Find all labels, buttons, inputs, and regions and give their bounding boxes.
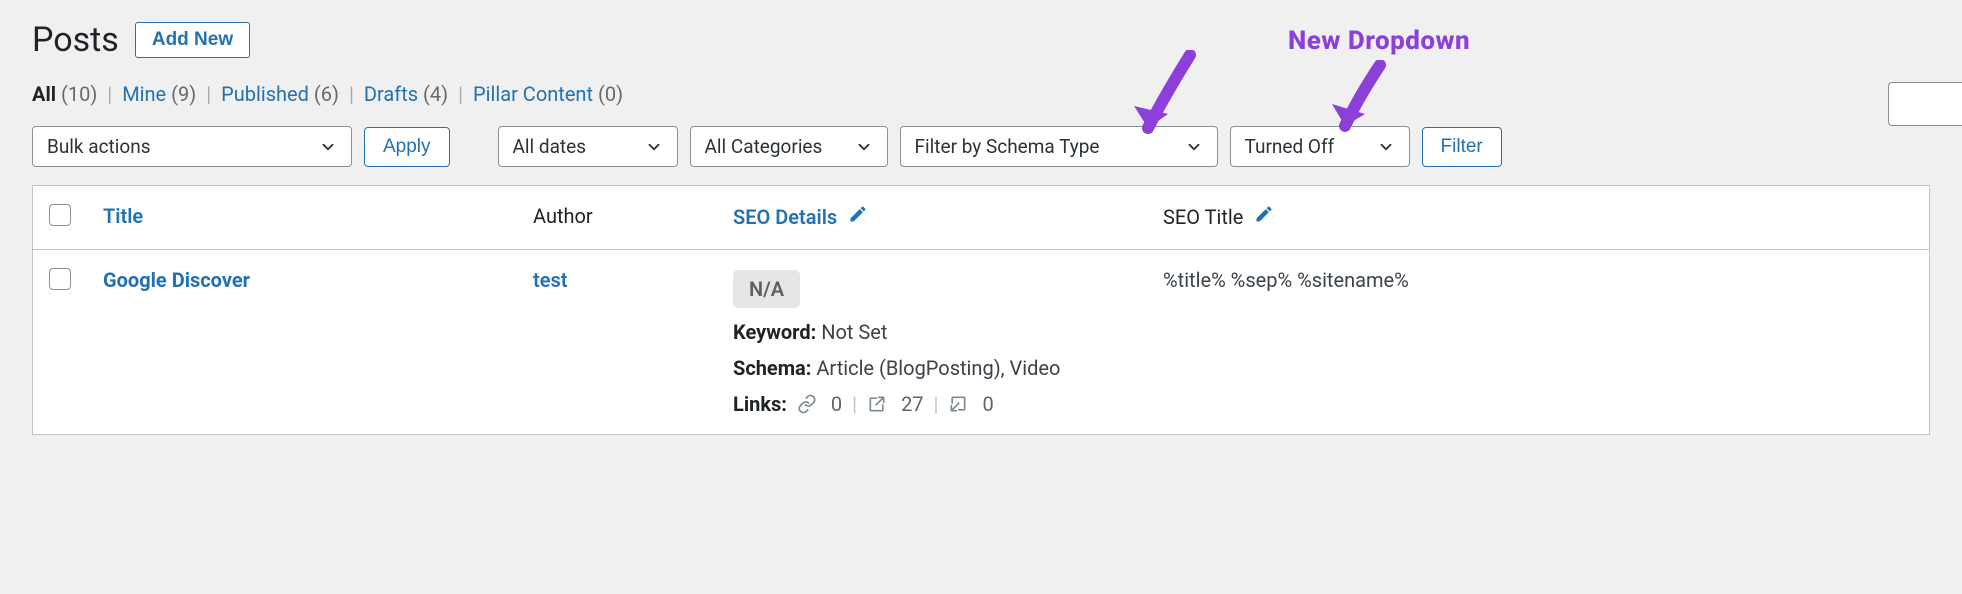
separator: |: [852, 392, 857, 416]
table-row: Google Discover test N/A Keyword: Not Se…: [33, 250, 1930, 435]
separator: |: [107, 82, 112, 106]
links-internal-count: 0: [831, 392, 842, 416]
link-icon: [797, 394, 817, 414]
separator: |: [934, 392, 939, 416]
turned-off-select[interactable]: Turned Off: [1230, 126, 1410, 167]
external-link-icon: [867, 394, 887, 414]
row-checkbox[interactable]: [49, 268, 71, 290]
column-seo-title: SEO Title: [1163, 205, 1243, 229]
chevron-down-icon: [319, 138, 337, 156]
view-mine-count: (9): [171, 82, 196, 106]
views-filter-bar: All (10) | Mine (9) | Published (6) | Dr…: [32, 82, 1930, 106]
select-all-checkbox[interactable]: [49, 204, 71, 226]
view-pillar-content[interactable]: Pillar Content: [473, 82, 593, 106]
filter-row: Bulk actions Apply All dates All Categor…: [32, 126, 1930, 167]
schema-type-label: Filter by Schema Type: [915, 135, 1100, 158]
author-link[interactable]: test: [533, 268, 567, 292]
annotation-label: New Dropdown: [1288, 26, 1470, 56]
turned-off-label: Turned Off: [1245, 135, 1335, 158]
schema-label: Schema:: [733, 356, 811, 380]
view-published[interactable]: Published: [221, 82, 309, 106]
view-drafts[interactable]: Drafts: [364, 82, 418, 106]
view-published-count: (6): [314, 82, 339, 106]
schema-value: Article (BlogPosting), Video: [816, 356, 1060, 380]
view-mine[interactable]: Mine: [122, 82, 166, 106]
filter-button[interactable]: Filter: [1422, 127, 1502, 167]
page-title: Posts: [32, 20, 119, 60]
links-label: Links:: [733, 392, 787, 416]
separator: |: [458, 82, 463, 106]
apply-button[interactable]: Apply: [364, 127, 450, 167]
chevron-down-icon: [855, 138, 873, 156]
seo-title-value: %title% %sep% %sitename%: [1163, 268, 1409, 292]
keyword-value: Not Set: [821, 320, 887, 344]
links-external-count: 27: [901, 392, 923, 416]
links-incoming-count: 0: [982, 392, 993, 416]
schema-type-select[interactable]: Filter by Schema Type: [900, 126, 1218, 167]
column-seo-details[interactable]: SEO Details: [733, 205, 837, 229]
separator: |: [349, 82, 354, 106]
view-drafts-count: (4): [423, 82, 448, 106]
chevron-down-icon: [1377, 138, 1395, 156]
bulk-actions-label: Bulk actions: [47, 135, 151, 158]
dates-label: All dates: [513, 135, 587, 158]
search-input-partial[interactable]: [1888, 82, 1962, 126]
pencil-icon[interactable]: [848, 204, 868, 224]
column-author: Author: [533, 204, 593, 228]
seo-score-badge: N/A: [733, 270, 800, 308]
column-title[interactable]: Title: [103, 204, 143, 228]
add-new-button[interactable]: Add New: [135, 22, 250, 58]
categories-select[interactable]: All Categories: [690, 126, 888, 167]
view-all[interactable]: All: [32, 82, 56, 106]
chevron-down-icon: [1185, 138, 1203, 156]
view-all-count: (10): [61, 82, 97, 106]
keyword-label: Keyword:: [733, 320, 816, 344]
dates-select[interactable]: All dates: [498, 126, 678, 167]
post-title-link[interactable]: Google Discover: [103, 268, 250, 292]
incoming-link-icon: [948, 394, 968, 414]
categories-label: All Categories: [705, 135, 823, 158]
pencil-icon[interactable]: [1254, 204, 1274, 224]
posts-table: Title Author SEO Details SEO Title Googl…: [32, 185, 1930, 435]
view-pillar-count: (0): [598, 82, 623, 106]
bulk-actions-select[interactable]: Bulk actions: [32, 126, 352, 167]
chevron-down-icon: [645, 138, 663, 156]
separator: |: [206, 82, 211, 106]
